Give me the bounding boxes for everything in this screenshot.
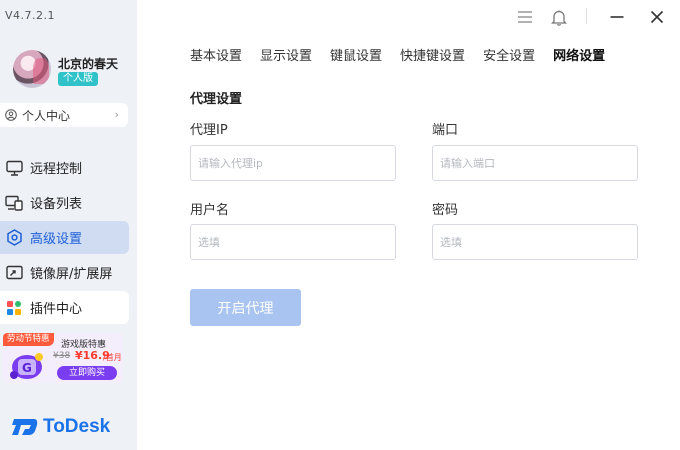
profile-center-link[interactable]: 个人中心 › [0, 103, 128, 127]
sidebar-item-remote-control[interactable]: 远程控制 [0, 151, 129, 184]
minimize-button[interactable] [607, 7, 627, 27]
sidebar-item-label: 插件中心 [30, 302, 83, 317]
menu-icon [518, 11, 532, 23]
sidebar-item-label: 远程控制 [30, 162, 83, 177]
user-circle-icon [5, 109, 17, 121]
tab-keyboard-mouse[interactable]: 键鼠设置 [330, 45, 382, 64]
promo-tag: 劳动节特惠 [3, 333, 54, 346]
minimize-icon [610, 16, 624, 18]
mirror-screen-icon [5, 264, 23, 282]
enable-proxy-button[interactable]: 开启代理 [190, 289, 301, 326]
sidebar-item-mirror-screen[interactable]: 镜像屏/扩展屏 [0, 256, 129, 289]
app-version: V4.7.2.1 [5, 9, 56, 22]
plan-badge: 个人版 [58, 72, 98, 86]
promo-old-price: ¥38 [53, 351, 71, 361]
devices-icon [5, 194, 23, 212]
username-label: 用户名 [190, 203, 230, 218]
proxy-ip-label: 代理IP [190, 123, 228, 138]
sidebar: V4.7.2.1 北京的春天 个人版 个人中心 › 远程控制 设备列表 高级设置 [0, 0, 137, 450]
bell-icon [551, 10, 567, 26]
settings-tabs: 基本设置 显示设置 键鼠设置 快捷键设置 安全设置 网络设置 [190, 45, 623, 64]
sidebar-item-advanced-settings[interactable]: 高级设置 [0, 221, 129, 254]
brand-name: ToDesk [43, 416, 111, 437]
game-logo-icon: G [10, 353, 43, 379]
port-input[interactable] [432, 145, 638, 181]
tab-shortcuts[interactable]: 快捷键设置 [400, 45, 465, 64]
password-input[interactable] [432, 224, 638, 260]
password-label: 密码 [432, 203, 459, 218]
brand-logo: ToDesk [12, 416, 110, 438]
port-label: 端口 [432, 123, 459, 138]
sidebar-item-device-list[interactable]: 设备列表 [0, 186, 129, 219]
notifications-button[interactable] [549, 7, 569, 27]
sidebar-item-label: 高级设置 [30, 232, 83, 247]
profile-link-label: 个人中心 [22, 108, 71, 123]
avatar[interactable] [13, 50, 51, 88]
tab-network[interactable]: 网络设置 [553, 45, 605, 64]
title-separator [586, 8, 587, 24]
promo-buy-button[interactable]: 立即购买 [57, 366, 117, 380]
svg-text:G: G [22, 361, 32, 375]
tab-display[interactable]: 显示设置 [260, 45, 312, 64]
proxy-ip-input[interactable] [190, 145, 396, 181]
todesk-logo-icon [12, 419, 38, 435]
close-icon [650, 10, 664, 24]
plugins-icon [5, 299, 23, 317]
promo-price-unit: /首月 [103, 353, 122, 362]
menu-button[interactable] [515, 7, 535, 27]
monitor-icon [5, 159, 23, 177]
sidebar-item-label: 设备列表 [30, 197, 83, 212]
username-input[interactable] [190, 224, 396, 260]
tab-security[interactable]: 安全设置 [483, 45, 535, 64]
settings-hex-icon [5, 229, 23, 247]
user-name: 北京的春天 [58, 57, 119, 71]
promo-banner[interactable]: 劳动节特惠 G 游戏版特惠 ¥38 ¥16.9 /首月 立即购买 [3, 333, 123, 383]
sidebar-item-plugins[interactable]: 插件中心 [0, 291, 129, 324]
close-button[interactable] [647, 7, 667, 27]
sidebar-item-label: 镜像屏/扩展屏 [30, 267, 113, 282]
tab-basic[interactable]: 基本设置 [190, 45, 242, 64]
section-title: 代理设置 [190, 92, 243, 107]
chevron-right-icon: › [114, 108, 119, 121]
